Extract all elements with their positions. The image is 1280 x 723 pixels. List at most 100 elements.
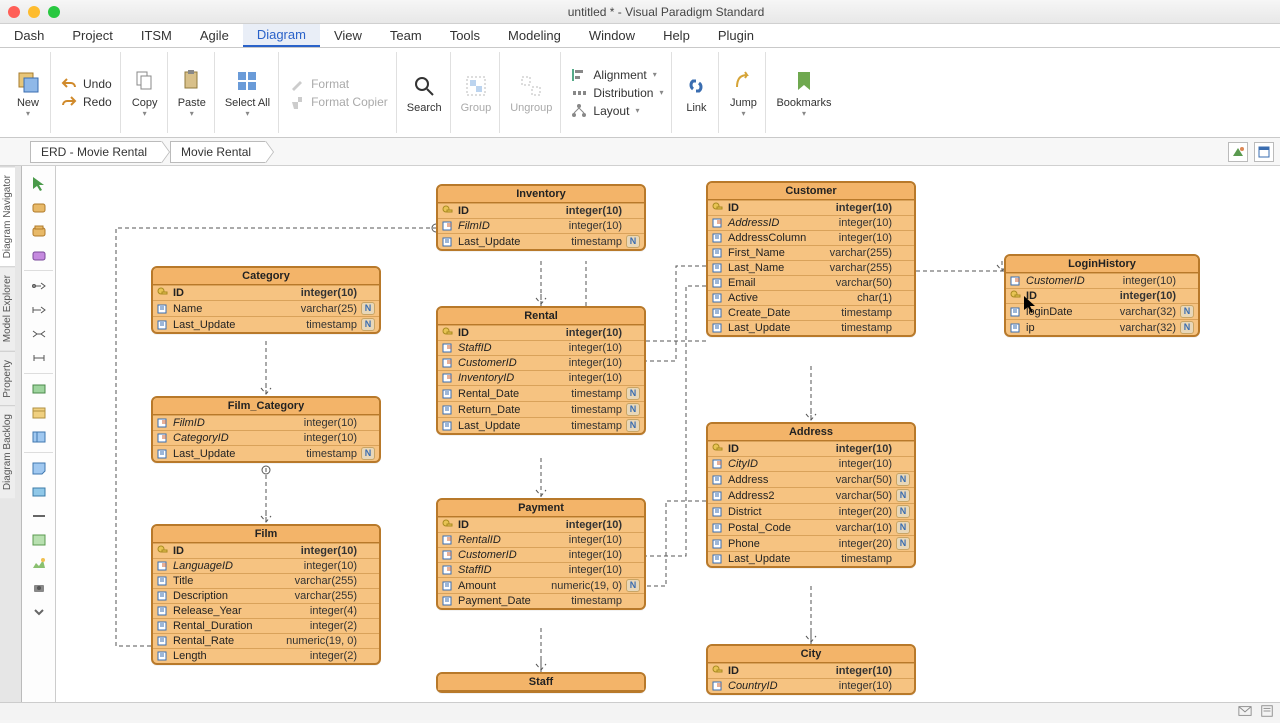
tool-button[interactable] bbox=[25, 299, 53, 321]
column-last_update[interactable]: Last_UpdatetimestampN bbox=[438, 233, 644, 249]
group-button[interactable]: Group bbox=[453, 52, 501, 133]
layout-menu[interactable]: Layout ▾ bbox=[571, 103, 663, 119]
column-email[interactable]: Emailvarchar(50) bbox=[708, 275, 914, 290]
column-inventoryid[interactable]: InventoryIDinteger(10) bbox=[438, 370, 644, 385]
column-length[interactable]: Lengthinteger(2) bbox=[153, 648, 379, 663]
side-tab-diagram-backlog[interactable]: Diagram Backlog bbox=[0, 405, 15, 498]
menu-dash[interactable]: Dash bbox=[0, 24, 58, 47]
column-payment_date[interactable]: Payment_Datetimestamp bbox=[438, 593, 644, 608]
column-address2[interactable]: Address2varchar(50)N bbox=[708, 487, 914, 503]
column-district[interactable]: Districtinteger(20)N bbox=[708, 503, 914, 519]
column-last_update[interactable]: Last_UpdatetimestampN bbox=[153, 445, 379, 461]
tool-button[interactable] bbox=[25, 505, 53, 527]
column-return_date[interactable]: Return_DatetimestampN bbox=[438, 401, 644, 417]
side-tab-model-explorer[interactable]: Model Explorer bbox=[0, 266, 15, 350]
menu-itsm[interactable]: ITSM bbox=[127, 24, 186, 47]
distribution-menu[interactable]: Distribution ▾ bbox=[571, 85, 663, 101]
column-active[interactable]: Activechar(1) bbox=[708, 290, 914, 305]
tool-button[interactable] bbox=[25, 553, 53, 575]
tool-button[interactable] bbox=[25, 402, 53, 424]
column-last_update[interactable]: Last_Updatetimestamp bbox=[708, 551, 914, 566]
column-name[interactable]: Namevarchar(25)N bbox=[153, 300, 379, 316]
column-id[interactable]: IDinteger(10) bbox=[153, 543, 379, 558]
tool-button[interactable] bbox=[25, 577, 53, 599]
menu-diagram[interactable]: Diagram bbox=[243, 24, 320, 47]
entity-customer[interactable]: CustomerIDinteger(10)AddressIDinteger(10… bbox=[706, 181, 916, 337]
column-amount[interactable]: Amountnumeric(19, 0)N bbox=[438, 577, 644, 593]
select-all-button[interactable]: Select All▾ bbox=[217, 52, 279, 133]
jump-button[interactable]: Jump▾ bbox=[721, 52, 766, 133]
link-button[interactable]: Link bbox=[674, 52, 719, 133]
tool-button[interactable] bbox=[25, 378, 53, 400]
column-first_name[interactable]: First_Namevarchar(255) bbox=[708, 245, 914, 260]
column-rental_rate[interactable]: Rental_Ratenumeric(19, 0) bbox=[153, 633, 379, 648]
tool-button[interactable] bbox=[25, 457, 53, 479]
column-cityid[interactable]: CityIDinteger(10) bbox=[708, 456, 914, 471]
menu-project[interactable]: Project bbox=[58, 24, 126, 47]
breadcrumb-current[interactable]: Movie Rental bbox=[170, 141, 266, 163]
column-customerid[interactable]: CustomerIDinteger(10) bbox=[438, 547, 644, 562]
tool-button[interactable] bbox=[25, 220, 53, 242]
entity-film[interactable]: FilmIDinteger(10)LanguageIDinteger(10)Ti… bbox=[151, 524, 381, 665]
column-last_update[interactable]: Last_UpdatetimestampN bbox=[153, 316, 379, 332]
bookmarks-button[interactable]: Bookmarks▾ bbox=[768, 52, 839, 133]
entity-film_category[interactable]: Film_CategoryFilmIDinteger(10)CategoryID… bbox=[151, 396, 381, 463]
paste-button[interactable]: Paste▾ bbox=[170, 52, 215, 133]
tool-button[interactable] bbox=[25, 347, 53, 369]
diagram-spec-button[interactable] bbox=[1254, 142, 1274, 162]
column-release_year[interactable]: Release_Yearinteger(4) bbox=[153, 603, 379, 618]
column-id[interactable]: IDinteger(10) bbox=[438, 517, 644, 532]
redo-button[interactable]: Redo bbox=[61, 94, 112, 110]
menu-tools[interactable]: Tools bbox=[436, 24, 494, 47]
entity-payment[interactable]: PaymentIDinteger(10)RentalIDinteger(10)C… bbox=[436, 498, 646, 610]
column-addresscolumn[interactable]: AddressColumninteger(10) bbox=[708, 230, 914, 245]
alignment-menu[interactable]: Alignment ▾ bbox=[571, 67, 663, 83]
new-button[interactable]: New▾ bbox=[6, 52, 51, 133]
tool-button[interactable] bbox=[25, 601, 53, 623]
undo-button[interactable]: Undo bbox=[61, 76, 112, 92]
column-filmid[interactable]: FilmIDinteger(10) bbox=[438, 218, 644, 233]
column-id[interactable]: IDinteger(10) bbox=[438, 203, 644, 218]
column-languageid[interactable]: LanguageIDinteger(10) bbox=[153, 558, 379, 573]
side-tab-diagram-navigator[interactable]: Diagram Navigator bbox=[0, 166, 15, 266]
column-countryid[interactable]: CountryIDinteger(10) bbox=[708, 678, 914, 693]
diagram-canvas[interactable]: InventoryIDinteger(10)FilmIDinteger(10)L… bbox=[56, 166, 1280, 702]
column-categoryid[interactable]: CategoryIDinteger(10) bbox=[153, 430, 379, 445]
menu-view[interactable]: View bbox=[320, 24, 376, 47]
menu-help[interactable]: Help bbox=[649, 24, 704, 47]
column-id[interactable]: IDinteger(10) bbox=[708, 441, 914, 456]
menu-plugin[interactable]: Plugin bbox=[704, 24, 768, 47]
column-description[interactable]: Descriptionvarchar(255) bbox=[153, 588, 379, 603]
column-title[interactable]: Titlevarchar(255) bbox=[153, 573, 379, 588]
column-address[interactable]: Addressvarchar(50)N bbox=[708, 471, 914, 487]
tool-button[interactable] bbox=[25, 529, 53, 551]
tool-button[interactable] bbox=[25, 172, 53, 194]
entity-rental[interactable]: RentalIDinteger(10)StaffIDinteger(10)Cus… bbox=[436, 306, 646, 435]
format-button[interactable]: Format bbox=[289, 76, 388, 92]
column-last_update[interactable]: Last_UpdatetimestampN bbox=[438, 417, 644, 433]
tool-button[interactable] bbox=[25, 323, 53, 345]
column-id[interactable]: IDinteger(10) bbox=[708, 200, 914, 215]
note-icon[interactable] bbox=[1260, 704, 1274, 723]
entity-category[interactable]: CategoryIDinteger(10)Namevarchar(25)NLas… bbox=[151, 266, 381, 334]
column-rental_duration[interactable]: Rental_Durationinteger(2) bbox=[153, 618, 379, 633]
column-phone[interactable]: Phoneinteger(20)N bbox=[708, 535, 914, 551]
column-id[interactable]: IDinteger(10) bbox=[708, 663, 914, 678]
column-ip[interactable]: ipvarchar(32)N bbox=[1006, 319, 1198, 335]
column-last_name[interactable]: Last_Namevarchar(255) bbox=[708, 260, 914, 275]
column-customerid[interactable]: CustomerIDinteger(10) bbox=[1006, 273, 1198, 288]
column-postal_code[interactable]: Postal_Codevarchar(10)N bbox=[708, 519, 914, 535]
menu-team[interactable]: Team bbox=[376, 24, 436, 47]
copy-button[interactable]: Copy▾ bbox=[123, 52, 168, 133]
entity-staff[interactable]: Staff bbox=[436, 672, 646, 693]
minimize-button[interactable] bbox=[28, 6, 40, 18]
entity-address[interactable]: AddressIDinteger(10)CityIDinteger(10)Add… bbox=[706, 422, 916, 568]
column-create_date[interactable]: Create_Datetimestamp bbox=[708, 305, 914, 320]
column-customerid[interactable]: CustomerIDinteger(10) bbox=[438, 355, 644, 370]
entity-inventory[interactable]: InventoryIDinteger(10)FilmIDinteger(10)L… bbox=[436, 184, 646, 251]
tool-button[interactable] bbox=[25, 481, 53, 503]
zoom-button[interactable] bbox=[48, 6, 60, 18]
breadcrumb-root[interactable]: ERD - Movie Rental bbox=[30, 141, 162, 163]
menu-window[interactable]: Window bbox=[575, 24, 649, 47]
column-last_update[interactable]: Last_Updatetimestamp bbox=[708, 320, 914, 335]
